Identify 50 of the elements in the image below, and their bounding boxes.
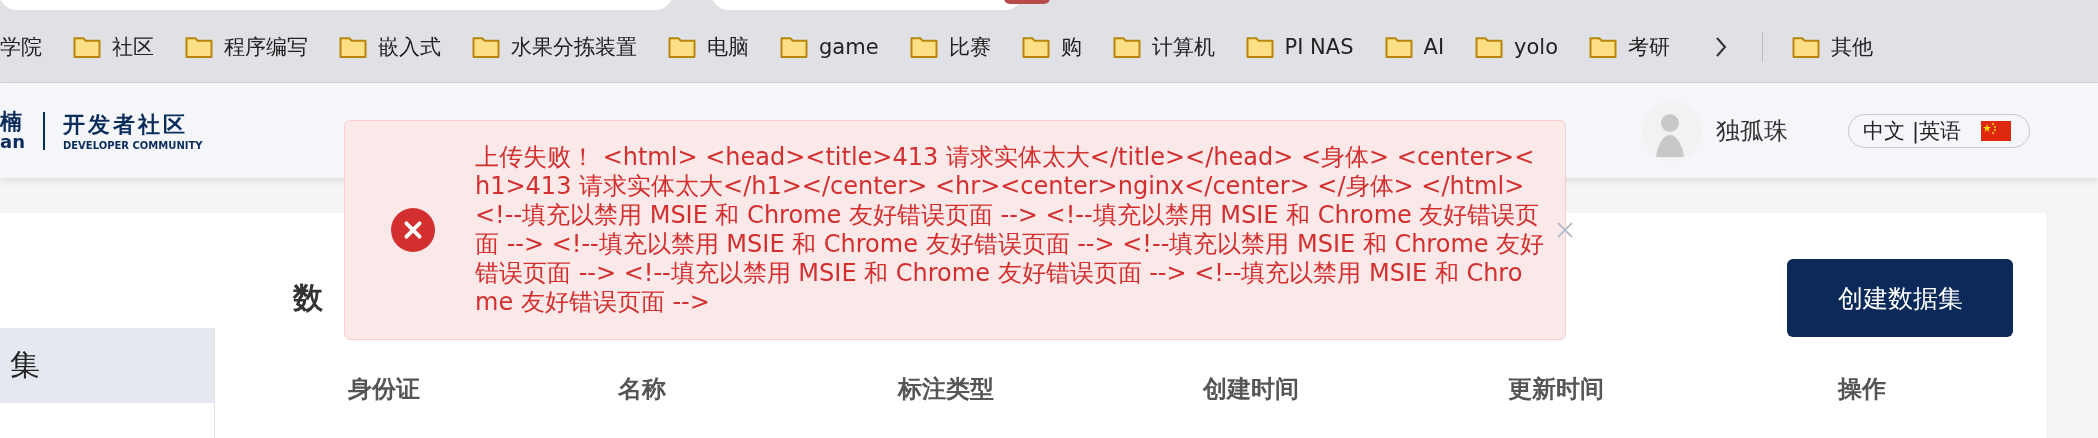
bookmark[interactable]: 考研 [1628,33,1671,61]
folder-icon [1244,34,1275,60]
folder-icon [1474,34,1505,60]
sidebar-item[interactable]: 集 [0,328,214,403]
folder-icon [1791,34,1822,60]
chevron-right-icon[interactable] [1714,35,1729,59]
bookmark[interactable]: 计算机 [1151,33,1215,61]
bookmark[interactable]: yolo [1514,35,1559,59]
folder-icon [184,34,214,60]
folder-icon [338,34,368,60]
column-header: 名称 [618,374,667,405]
bookmark[interactable]: 比赛 [948,33,991,61]
folder-icon [1588,34,1619,60]
flag-icon [1981,120,2011,141]
bookmark[interactable]: 水果分拣装置 [511,33,637,61]
column-header: 更新时间 [1508,374,1605,405]
bookmark[interactable]: 其他 [1831,33,1874,61]
bookmark[interactable]: 学院 [0,33,42,61]
bookmark[interactable]: 电脑 [707,33,749,61]
language-label[interactable]: 中文 |英语 [1863,116,1961,145]
error-message: 上传失败！ <html> <head><title>413 请求实体太大</title></head> <身体> <center><h1>413 请求实体太大</h1></center> <hr><center>nginx</center> </身体> </html> <!--填充以禁用 MSIE 和 Chrome 友好错误页面 --> <!--填充以禁用 MSIE 和 Chrome 友好错误页面 --> <!--填充以禁用 MSIE 和 Chrome 友好错误页面 --> <!--填充以禁用 MSIE 和 Chrome 友好错误页面 --> <!--填充以禁用 MSIE 和 Chrome 友好错误页面 --> <!--填充以禁用 MSIE 和 Chrome 友好错误页面 --> [475,143,1545,317]
bookmark[interactable]: AI [1423,35,1445,59]
folder-icon [779,34,809,60]
bookmark[interactable]: 购 [1060,33,1082,61]
avatar[interactable] [1642,100,1703,161]
logo-title: 开发者社区 [62,111,189,139]
create-dataset-button[interactable]: 创建数据集 [1787,259,2013,337]
folder-icon [667,34,697,60]
bookmark[interactable]: 社区 [112,33,154,61]
column-header: 操作 [1838,374,1887,405]
logo-subtitle: DEVELOPER COMMUNITY [62,140,203,151]
folder-icon [1020,34,1051,60]
bookmark[interactable]: 程序编写 [224,33,308,61]
logo-mark: 楠 [0,110,23,133]
column-header: 标注类型 [898,374,995,405]
folder-icon [1383,34,1414,60]
folder-icon [1111,34,1142,60]
page-title: 数 [293,278,323,317]
logo-mark: an [0,132,25,151]
bookmark[interactable]: 嵌入式 [378,33,441,61]
bookmark[interactable]: game [819,35,879,59]
close-icon[interactable] [1555,220,1575,240]
column-header: 创建时间 [1203,374,1300,405]
error-icon [391,208,435,252]
folder-icon [471,34,501,60]
column-header: 身份证 [348,374,421,405]
bookmark[interactable]: PI NAS [1284,35,1354,59]
folder-icon [908,34,939,60]
folder-icon [72,34,102,60]
user-name[interactable]: 独孤珠 [1716,114,1789,147]
